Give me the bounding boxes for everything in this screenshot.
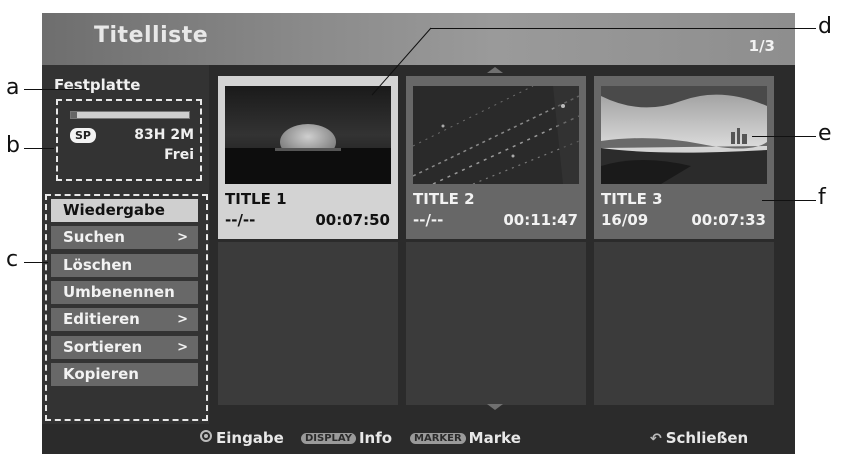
return-icon: ↶ [650,431,662,447]
capacity-bar-fill [71,112,77,118]
device-label: Festplatte [54,76,141,94]
menu-item-label: Editieren [63,310,140,329]
display-hint: DISPLAY Info [301,429,392,447]
empty-slot [406,242,586,405]
title-3-thumbnail [601,86,767,184]
leader-line-b [24,148,54,149]
leader-line-e [752,136,816,137]
scroll-up-icon[interactable] [487,67,503,73]
enter-hint: Eingabe [200,429,284,447]
leader-line-a [24,89,86,90]
title-3-date: 16/09 [601,211,649,229]
callout-e: e [818,121,832,146]
enter-label: Eingabe [216,429,284,447]
menu-item-label: Suchen [63,228,125,247]
title-1-name: TITLE 1 [225,190,287,208]
submenu-arrow-icon: > [177,339,188,355]
title-1-duration: 00:07:50 [315,211,390,229]
marker-key-icon: MARKER [410,433,466,444]
title-3-duration: 00:07:33 [691,211,766,229]
menu-item-suchen[interactable]: Suchen > [51,226,198,250]
leader-line-d-diag [371,27,432,96]
title-2-thumbnail [413,86,579,184]
title-cell-2[interactable]: TITLE 2 --/-- 00:11:47 [406,76,586,239]
close-hint: ↶ Schließen [650,429,748,447]
leader-line-f [762,200,816,201]
callout-a: a [6,75,20,100]
remaining-time: 83H 2M [134,127,194,143]
menu-item-editieren[interactable]: Editieren > [51,308,198,332]
menu-item-label: Sortieren [63,337,143,356]
title-1-date: --/-- [225,211,256,229]
callout-c: c [6,247,19,272]
title-2-name: TITLE 2 [413,190,475,208]
marker-label: Marke [468,429,521,447]
leader-line-c [24,262,48,263]
callout-f: f [818,185,826,210]
leader-line-d-h [430,28,816,29]
callout-d: d [818,14,832,39]
side-panel: Festplatte SP 83H 2M Frei Wiedergabe Such… [42,65,209,424]
callout-b: b [6,133,20,158]
menu-item-umbenennen[interactable]: Umbenennen [51,280,198,304]
display-label: Info [358,429,393,447]
free-label: Frei [164,147,194,163]
close-label: Schließen [665,429,749,447]
empty-slot [594,242,774,405]
menu-item-löschen[interactable]: Löschen [51,253,198,277]
title-3-name: TITLE 3 [601,190,663,208]
title-cell-3[interactable]: TITLE 3 16/09 00:07:33 [594,76,774,239]
menu-item-label: Umbenennen [63,282,175,301]
title-2-duration: 00:11:47 [503,211,578,229]
submenu-arrow-icon: > [177,230,188,246]
title-2-date: --/-- [413,211,444,229]
display-key-icon: DISPLAY [301,433,356,444]
footer-bar: Eingabe DISPLAY Info MARKER Marke ↶ Schließ… [42,424,795,454]
scroll-down-icon[interactable] [487,404,503,410]
menu-item-kopieren[interactable]: Kopieren [51,362,198,386]
enter-icon [200,430,212,442]
page-indicator: 1/3 [748,37,775,55]
title-1-thumbnail [225,86,391,184]
empty-slot [218,242,398,405]
screen-title: Titelliste [94,23,209,48]
menu-item-label: Wiedergabe [63,201,165,219]
capacity-bar [70,111,190,119]
menu-item-sortieren[interactable]: Sortieren > [51,335,198,359]
marker-hint: MARKER Marke [410,429,521,447]
menu-item-wiedergabe[interactable]: Wiedergabe [51,199,198,222]
disc-info-box: SP 83H 2M Frei [56,99,202,181]
menu-item-label: Kopieren [63,364,139,383]
title-cell-1[interactable]: TITLE 1 --/-- 00:07:50 [218,76,398,239]
record-mode-badge: SP [70,128,96,143]
menu-item-label: Löschen [63,255,133,274]
submenu-arrow-icon: > [177,312,188,328]
